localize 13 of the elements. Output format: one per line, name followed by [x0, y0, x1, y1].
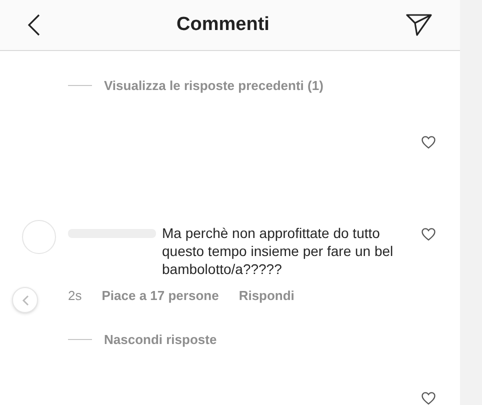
heart-icon[interactable]: [421, 135, 436, 149]
reply-button[interactable]: Rispondi: [238, 286, 294, 306]
send-icon[interactable]: [406, 12, 432, 37]
hide-replies[interactable]: Nascondi risposte: [104, 330, 217, 349]
heart-icon[interactable]: [421, 391, 436, 405]
likes-count[interactable]: Piace a 17 persone: [102, 286, 219, 306]
comment-time: 2s: [68, 287, 82, 305]
back-icon[interactable]: [28, 14, 40, 36]
view-previous-replies[interactable]: Visualizza le risposte precedenti (1): [104, 76, 324, 95]
comment-text: Ma perchè non approfittate do tutto questo tempo insieme per fare un bel bambolotto/a?????: [162, 224, 394, 278]
heart-icon[interactable]: [421, 227, 436, 241]
header-title: Commenti: [176, 12, 270, 36]
chevron-left-icon: [22, 294, 28, 306]
